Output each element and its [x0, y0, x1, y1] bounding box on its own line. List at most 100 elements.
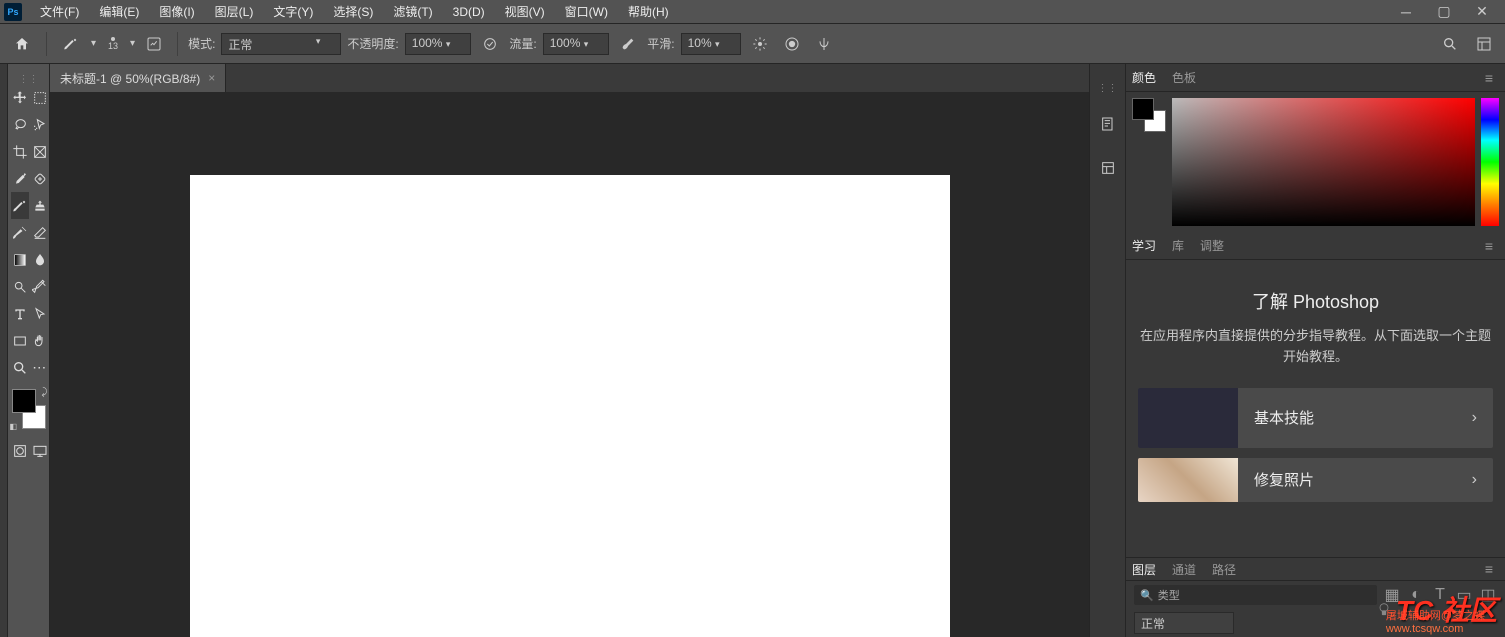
properties-panel-icon[interactable] — [1096, 156, 1120, 180]
blend-mode-select[interactable]: 正常 ▾ — [221, 33, 341, 55]
opacity-input[interactable]: 100% ▾ — [405, 33, 472, 55]
color-panel-menu-icon[interactable]: ≡ — [1479, 70, 1499, 86]
hue-slider[interactable] — [1481, 98, 1499, 226]
pressure-size-icon[interactable] — [779, 31, 805, 57]
workspace-icon[interactable] — [1471, 31, 1497, 57]
marquee-tool[interactable] — [32, 84, 50, 111]
brush-tool[interactable] — [11, 192, 29, 219]
menu-layer[interactable]: 图层(L) — [205, 0, 264, 24]
color-picker-panel — [1126, 92, 1505, 232]
chevron-right-icon: › — [1456, 409, 1493, 427]
brush-tool-icon[interactable] — [57, 30, 85, 58]
collapsed-panel-dock: ⋮⋮ — [1089, 64, 1125, 637]
clone-stamp-tool[interactable] — [32, 192, 50, 219]
blur-tool[interactable] — [32, 246, 50, 273]
channels-tab[interactable]: 通道 — [1172, 561, 1196, 578]
toolbar-handle[interactable]: ⋮⋮ — [8, 74, 49, 84]
filter-smart-icon[interactable]: ◫ — [1479, 586, 1497, 604]
brush-preset-picker[interactable]: 13 — [102, 37, 124, 51]
options-bar: ▾ 13 ▾ 模式: 正常 ▾ 不透明度: 100% ▾ 流量: 100% ▾ … — [0, 24, 1505, 64]
edit-toolbar[interactable]: ⋯ — [32, 354, 50, 381]
filter-adjust-icon[interactable]: ◐ — [1407, 586, 1425, 604]
foreground-color[interactable] — [12, 389, 36, 413]
close-button[interactable]: ✕ — [1463, 0, 1501, 24]
zoom-tool[interactable] — [11, 354, 29, 381]
rectangle-tool[interactable] — [11, 327, 29, 354]
learn-panel: 了解 Photoshop 在应用程序内直接提供的分步指导教程。从下面选取一个主题… — [1126, 260, 1505, 557]
swatches-tab[interactable]: 色板 — [1172, 69, 1196, 86]
layers-filter-select[interactable]: 🔍 类型 — [1134, 585, 1377, 605]
menu-help[interactable]: 帮助(H) — [618, 0, 679, 24]
menu-select[interactable]: 选择(S) — [323, 0, 383, 24]
lasso-tool[interactable] — [11, 111, 29, 138]
filter-pixel-icon[interactable]: ▦ — [1383, 586, 1401, 604]
learn-item-basics[interactable]: 基本技能 › — [1138, 388, 1493, 448]
menu-type[interactable]: 文字(Y) — [263, 0, 323, 24]
lib-tab[interactable]: 库 — [1172, 237, 1184, 254]
menu-view[interactable]: 视图(V) — [495, 0, 555, 24]
learn-title: 了解 Photoshop — [1138, 288, 1493, 314]
menu-edit[interactable]: 编辑(E) — [89, 0, 149, 24]
menu-file[interactable]: 文件(F) — [30, 0, 89, 24]
color-tab[interactable]: 颜色 — [1132, 69, 1156, 86]
frame-tool[interactable] — [32, 138, 50, 165]
layers-tab[interactable]: 图层 — [1132, 561, 1156, 578]
color-swatches[interactable]: ⤸ ◧ — [10, 387, 48, 431]
canvas-viewport[interactable] — [50, 92, 1089, 637]
app-logo: Ps — [4, 3, 22, 21]
color-field[interactable] — [1172, 98, 1475, 226]
brush-panel-toggle[interactable] — [141, 31, 167, 57]
move-tool[interactable] — [11, 84, 29, 111]
swap-colors-icon[interactable]: ⤸ — [42, 387, 48, 398]
type-tool[interactable] — [11, 300, 29, 327]
eraser-tool[interactable] — [32, 219, 50, 246]
minimize-button[interactable]: ─ — [1387, 0, 1425, 24]
layer-blend-mode-select[interactable]: 正常 — [1134, 612, 1234, 634]
brush-size-value: 13 — [108, 41, 118, 51]
pen-tool[interactable] — [32, 273, 50, 300]
menu-filter[interactable]: 滤镜(T) — [383, 0, 442, 24]
home-button[interactable] — [8, 30, 36, 58]
canvas[interactable] — [190, 175, 950, 637]
close-tab-icon[interactable]: × — [208, 71, 215, 85]
symmetry-icon[interactable] — [811, 31, 837, 57]
learn-panel-menu-icon[interactable]: ≡ — [1479, 238, 1499, 254]
pressure-opacity-icon[interactable] — [477, 31, 503, 57]
adjust-tab[interactable]: 调整 — [1200, 237, 1224, 254]
filter-shape-icon[interactable]: ▭ — [1455, 586, 1473, 604]
history-brush-tool[interactable] — [11, 219, 29, 246]
menu-window[interactable]: 窗口(W) — [555, 0, 618, 24]
quick-select-tool[interactable] — [32, 111, 50, 138]
eyedropper-tool[interactable] — [11, 165, 29, 192]
history-panel-icon[interactable] — [1096, 112, 1120, 136]
learn-item-retouch[interactable]: 修复照片 › — [1138, 458, 1493, 502]
flow-input[interactable]: 100% ▾ — [543, 33, 610, 55]
maximize-button[interactable]: ▢ — [1425, 0, 1463, 24]
gradient-tool[interactable] — [11, 246, 29, 273]
menu-3d[interactable]: 3D(D) — [443, 0, 495, 24]
quick-mask-tool[interactable] — [11, 437, 29, 464]
smooth-input[interactable]: 10% ▾ — [681, 33, 741, 55]
path-select-tool[interactable] — [32, 300, 50, 327]
airbrush-icon[interactable] — [615, 31, 641, 57]
learn-item-label: 基本技能 — [1238, 407, 1456, 428]
dodge-tool[interactable] — [11, 273, 29, 300]
layers-filter-row: 🔍 类型 ▦ ◐ T ▭ ◫ — [1126, 581, 1505, 609]
healing-tool[interactable] — [32, 165, 50, 192]
paths-tab[interactable]: 路径 — [1212, 561, 1236, 578]
layers-panel-menu-icon[interactable]: ≡ — [1479, 561, 1499, 577]
hand-tool[interactable] — [32, 327, 50, 354]
filter-type-icon[interactable]: T — [1431, 586, 1449, 604]
panel-color-swatches[interactable] — [1132, 98, 1166, 132]
flow-label: 流量: — [509, 35, 536, 52]
smooth-options-icon[interactable] — [747, 31, 773, 57]
crop-tool[interactable] — [11, 138, 29, 165]
screen-mode-tool[interactable] — [32, 437, 50, 464]
document-tab[interactable]: 未标题-1 @ 50%(RGB/8#) × — [50, 64, 226, 92]
opacity-label: 不透明度: — [347, 35, 398, 52]
default-colors-icon[interactable]: ◧ — [10, 422, 18, 431]
search-icon[interactable] — [1437, 31, 1463, 57]
learn-tab[interactable]: 学习 — [1132, 237, 1156, 254]
panel-foreground-swatch[interactable] — [1132, 98, 1154, 120]
menu-image[interactable]: 图像(I) — [149, 0, 204, 24]
